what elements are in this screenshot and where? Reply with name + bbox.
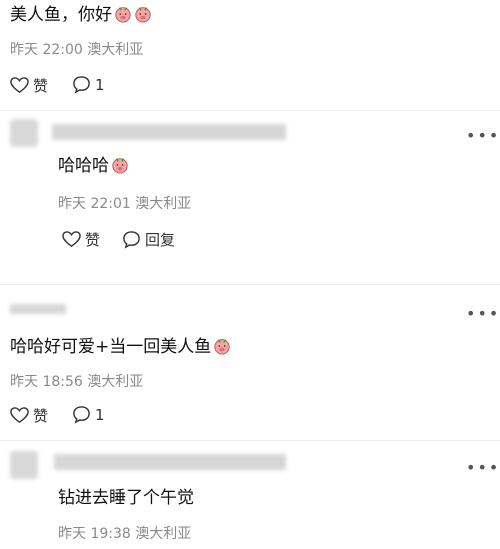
username-redacted[interactable] (10, 304, 66, 314)
pig-face-icon (134, 5, 152, 23)
post-comment-count: 1 (95, 75, 105, 94)
avatar[interactable] (10, 119, 38, 147)
heart-icon (10, 406, 29, 425)
reply-button[interactable]: 回复 (122, 229, 175, 250)
reply-meta: 昨天 19:38 澳大利亚 (58, 525, 191, 543)
comment-bubble-icon (72, 75, 91, 94)
heart-icon (62, 230, 81, 249)
reply-text: 钻进去睡了个午觉 (58, 487, 194, 509)
divider (0, 110, 500, 111)
post-text: 美人鱼，你好 (10, 4, 152, 26)
pig-face-icon (111, 156, 129, 174)
comment-text-content: 哈哈好可爱+当一回美人鱼 (10, 337, 212, 357)
reply-like-button[interactable]: 赞 (62, 229, 100, 250)
comment-location: 澳大利亚 (87, 374, 144, 390)
post-location: 澳大利亚 (87, 42, 144, 58)
comment-like-button[interactable]: 赞 (10, 405, 48, 426)
more-dots-icon[interactable]: ••• (466, 128, 500, 144)
comment-comment-count: 1 (95, 405, 105, 424)
comment-bubble-icon (122, 230, 141, 249)
divider (0, 284, 500, 285)
post-meta: 昨天 22:00 澳大利亚 (10, 41, 143, 59)
more-dots-icon[interactable]: ••• (466, 306, 500, 322)
reply-like-label: 赞 (85, 231, 101, 249)
post-like-label: 赞 (33, 77, 49, 95)
reply-time: 昨天 19:38 (58, 526, 131, 542)
reply-text-content: 哈哈哈 (58, 156, 109, 176)
post-text-content: 美人鱼，你好 (10, 5, 112, 25)
comment-like-label: 赞 (33, 407, 49, 425)
comment-meta: 昨天 18:56 澳大利亚 (10, 373, 143, 391)
reply-meta: 昨天 22:01 澳大利亚 (58, 195, 191, 213)
username-redacted[interactable] (52, 124, 286, 140)
post-time: 昨天 22:00 (10, 42, 83, 58)
username-redacted[interactable] (54, 454, 286, 470)
comment-time: 昨天 18:56 (10, 374, 83, 390)
heart-icon (10, 76, 29, 95)
comment-comment-button[interactable]: 1 (72, 405, 105, 424)
post-like-button[interactable]: 赞 (10, 75, 48, 96)
reply-text-content: 钻进去睡了个午觉 (58, 488, 194, 508)
more-dots-icon[interactable]: ••• (466, 460, 500, 476)
avatar[interactable] (10, 451, 38, 479)
reply-time: 昨天 22:01 (58, 196, 131, 212)
comment-text: 哈哈好可爱+当一回美人鱼 (10, 336, 231, 358)
pig-face-icon (213, 337, 231, 355)
reply-location: 澳大利亚 (135, 196, 192, 212)
divider (0, 440, 500, 441)
reply-location: 澳大利亚 (135, 526, 192, 542)
reply-text: 哈哈哈 (58, 155, 129, 177)
post-comment-button[interactable]: 1 (72, 75, 105, 94)
pig-face-icon (114, 5, 132, 23)
comment-bubble-icon (72, 405, 91, 424)
reply-button-label: 回复 (145, 231, 176, 249)
